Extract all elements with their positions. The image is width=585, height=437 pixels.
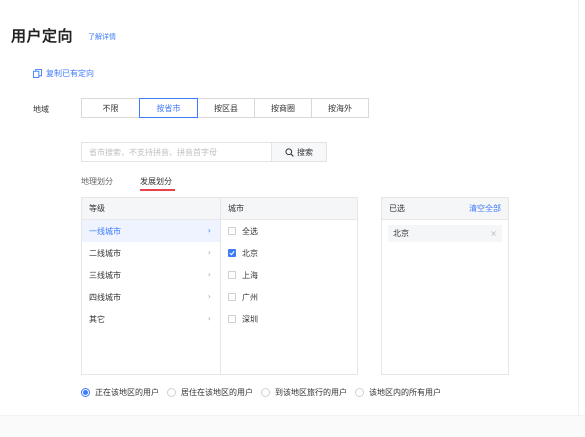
tier-item-third-tier[interactable]: 三线城市 ›	[82, 264, 220, 286]
check-icon	[229, 251, 235, 256]
chevron-right-icon: ›	[207, 270, 211, 279]
checkbox[interactable]	[228, 271, 236, 279]
region-option-unlimited[interactable]: 不限	[81, 98, 140, 118]
scope-option-traveling[interactable]: 到该地区旅行的用户	[261, 387, 347, 398]
scope-option-label: 该地区内的所有用户	[369, 388, 441, 397]
scope-option-label: 居住在该地区的用户	[181, 388, 253, 397]
chevron-right-icon: ›	[207, 226, 211, 235]
city-item-label: 全选	[242, 226, 258, 236]
active-tab-indicator	[140, 189, 175, 191]
copy-existing-label: 复制已有定向	[46, 69, 94, 78]
radio[interactable]	[355, 388, 364, 397]
tab-development-division[interactable]: 发展划分	[140, 176, 172, 187]
selected-item-label: 北京	[393, 229, 409, 238]
city-tier-column: 等级 一线城市 › 二线城市 › 三线城市 › 四线城市 › 其它 ›	[82, 198, 221, 374]
tab-geographic-division[interactable]: 地理划分	[81, 176, 113, 187]
tier-item-label: 三线城市	[89, 270, 121, 280]
tier-item-label: 一线城市	[89, 226, 121, 236]
page-right-rule	[578, 0, 579, 417]
page-title: 用户定向	[11, 27, 74, 45]
tier-item-first-tier[interactable]: 一线城市 ›	[82, 220, 220, 242]
city-column-header: 城市	[221, 198, 357, 220]
copy-existing-targeting-button[interactable]: 复制已有定向	[33, 68, 94, 79]
region-picker-panel: 等级 一线城市 › 二线城市 › 三线城市 › 四线城市 › 其它 › 城市 全…	[81, 197, 358, 375]
checkbox[interactable]	[228, 315, 236, 323]
city-item-beijing[interactable]: 北京	[221, 242, 357, 264]
search-button[interactable]: 搜索	[271, 142, 327, 162]
remove-icon[interactable]: ×	[490, 229, 497, 238]
region-option-business-area[interactable]: 按商圈	[254, 98, 312, 118]
search-icon	[285, 147, 294, 157]
region-mode-selector: 不限 按省市 按区县 按商圈 按海外	[81, 98, 369, 118]
tier-item-fourth-tier[interactable]: 四线城市 ›	[82, 286, 220, 308]
learn-more-link[interactable]: 了解详情	[88, 32, 116, 42]
chevron-right-icon: ›	[207, 292, 211, 301]
region-option-district[interactable]: 按区县	[197, 98, 255, 118]
tier-item-label: 四线城市	[89, 292, 121, 302]
checkbox[interactable]	[228, 293, 236, 301]
selected-item: 北京 ×	[388, 225, 502, 242]
tier-item-label: 其它	[89, 314, 105, 324]
chevron-right-icon: ›	[207, 314, 211, 323]
selected-regions-panel: 已选 清空全部 北京 ×	[381, 197, 509, 375]
checkbox[interactable]	[228, 227, 236, 235]
chevron-right-icon: ›	[207, 248, 211, 257]
selected-header: 已选 清空全部	[382, 198, 508, 220]
region-option-overseas[interactable]: 按海外	[311, 98, 369, 118]
city-column: 城市 全选 北京 上海 广州 深圳	[221, 198, 357, 374]
user-scope-radio-group: 正在该地区的用户 居住在该地区的用户 到该地区旅行的用户 该地区内的所有用户	[81, 387, 449, 398]
city-item-label: 上海	[242, 270, 258, 280]
tier-item-label: 二线城市	[89, 248, 121, 258]
city-item-label: 深圳	[242, 314, 258, 324]
radio[interactable]	[167, 388, 176, 397]
footer-band	[0, 415, 585, 437]
search-button-label: 搜索	[297, 147, 313, 157]
scope-option-label: 到该地区旅行的用户	[275, 388, 347, 397]
city-item-shanghai[interactable]: 上海	[221, 264, 357, 286]
region-option-province-city[interactable]: 按省市	[139, 98, 198, 118]
city-item-guangzhou[interactable]: 广州	[221, 286, 357, 308]
clear-all-button[interactable]: 清空全部	[469, 203, 501, 214]
city-item-label: 广州	[242, 292, 258, 302]
scope-option-resident[interactable]: 居住在该地区的用户	[167, 387, 253, 398]
city-item-select-all[interactable]: 全选	[221, 220, 357, 242]
scope-option-currently-in-region[interactable]: 正在该地区的用户	[81, 387, 159, 398]
tier-column-header: 等级	[82, 198, 220, 220]
tier-item-second-tier[interactable]: 二线城市 ›	[82, 242, 220, 264]
scope-option-all-users[interactable]: 该地区内的所有用户	[355, 387, 441, 398]
radio-selected[interactable]	[81, 388, 90, 397]
region-label: 地域	[33, 105, 49, 114]
city-item-shenzhen[interactable]: 深圳	[221, 308, 357, 330]
scope-option-label: 正在该地区的用户	[95, 388, 159, 397]
region-search-input[interactable]	[81, 142, 272, 162]
checkbox-checked[interactable]	[228, 249, 236, 257]
radio[interactable]	[261, 388, 270, 397]
city-item-label: 北京	[242, 248, 258, 258]
copy-icon	[33, 69, 42, 78]
selected-header-label: 已选	[389, 204, 405, 213]
tier-item-other[interactable]: 其它 ›	[82, 308, 220, 330]
